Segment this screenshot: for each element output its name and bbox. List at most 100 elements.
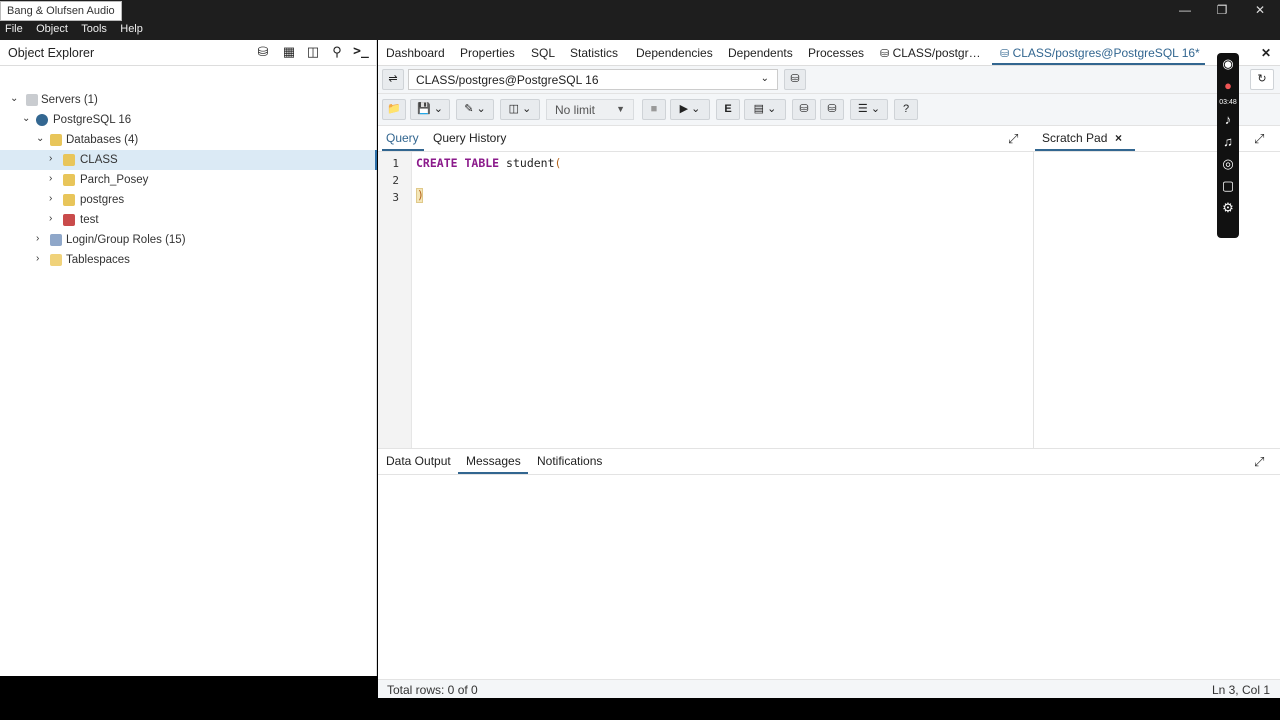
connection-status-icon[interactable]: ⇌ xyxy=(382,69,404,90)
tab-scratch-pad[interactable]: Scratch Pad xyxy=(1042,131,1107,145)
edit-icon[interactable]: ✎ ⌄ xyxy=(456,99,494,120)
tab-query-tool-active-label: CLASS/postgres@PostgreSQL 16* xyxy=(1012,46,1200,60)
tab-query[interactable]: Query xyxy=(386,131,419,145)
new-connection-icon[interactable]: ⛁ xyxy=(784,69,806,90)
database-icon xyxy=(63,174,75,186)
sql-editor[interactable]: 1 2 3 CREATE TABLE student( ) ↖ xyxy=(378,152,1080,448)
open-file-icon[interactable]: 📁 xyxy=(382,99,406,120)
database-icon xyxy=(63,154,75,166)
chevron-right-icon[interactable]: › xyxy=(49,213,59,224)
tab-dependencies[interactable]: Dependencies xyxy=(636,46,713,60)
expand-icon[interactable]: ⤢ xyxy=(1254,454,1264,470)
chevron-right-icon[interactable]: › xyxy=(36,233,46,244)
explain-icon[interactable]: E xyxy=(716,99,740,120)
limit-select[interactable]: No limit ▼ xyxy=(546,99,634,120)
databases-icon xyxy=(50,134,62,146)
folder-icon xyxy=(50,254,62,266)
code-line-3: ) xyxy=(416,188,424,203)
scratch-pad-area[interactable] xyxy=(1035,152,1280,448)
expand-icon[interactable]: ⤢ xyxy=(1008,131,1018,147)
tab-dashboard[interactable]: Dashboard xyxy=(386,46,445,60)
tree-server-postgresql[interactable]: ⌄ PostgreSQL 16 xyxy=(0,110,377,130)
tab-query-tool-1-label: CLASS/postgr… xyxy=(892,46,981,60)
close-tab-button[interactable]: ✕ xyxy=(1261,46,1271,60)
chevron-down-icon[interactable]: ⌄ xyxy=(36,133,46,144)
restore-button[interactable]: ❐ xyxy=(1204,2,1240,20)
query-toolbar: 📁 💾 ⌄ ✎ ⌄ ◫ ⌄ No limit ▼ ■ ▶ ⌄ E ▤ ⌄ ⛁ ⛁… xyxy=(378,94,1280,126)
tab-properties[interactable]: Properties xyxy=(460,46,515,60)
tab-processes[interactable]: Processes xyxy=(808,46,864,60)
tree-db-postgres[interactable]: › postgres xyxy=(0,190,377,210)
microphone-icon[interactable]: ♪ xyxy=(1217,109,1239,131)
filter-icon[interactable]: ◫ ⌄ xyxy=(500,99,540,120)
tab-notifications[interactable]: Notifications xyxy=(537,454,602,468)
tab-messages[interactable]: Messages xyxy=(466,454,521,468)
roles-icon xyxy=(50,234,62,246)
execute-icon[interactable]: ▶ ⌄ xyxy=(670,99,710,120)
database-icon: ⛁ xyxy=(880,48,890,60)
menu-help[interactable]: Help xyxy=(115,21,148,37)
webcam-icon[interactable]: ◎ xyxy=(1217,153,1239,175)
object-explorer-panel: Object Explorer ⛁ ▦ ◫ ⚲ >_ ⌄ Servers (1)… xyxy=(0,40,377,676)
tree-login-roles[interactable]: › Login/Group Roles (15) xyxy=(0,230,377,250)
commit-icon[interactable]: ⛁ xyxy=(792,99,816,120)
tree-databases[interactable]: ⌄ Databases (4) xyxy=(0,130,377,150)
search-icon[interactable]: ⚲ xyxy=(328,44,346,62)
results-tab-bar: Data Output Messages Notifications ⤢ xyxy=(378,448,1280,475)
tree-db-parch-posey[interactable]: › Parch_Posey xyxy=(0,170,377,190)
speaker-icon[interactable]: ♫ xyxy=(1217,131,1239,153)
explain-analyze-icon[interactable]: ▤ ⌄ xyxy=(744,99,786,120)
tree-servers[interactable]: ⌄ Servers (1) xyxy=(0,90,377,110)
filter-rows-icon[interactable]: ◫ xyxy=(304,44,322,62)
line-number: 1 xyxy=(392,157,399,170)
chevron-right-icon[interactable]: › xyxy=(36,253,46,264)
tree-label-postgres: postgres xyxy=(80,194,125,206)
window-titlebar: Bang & Olufsen Audio — ❐ ✕ xyxy=(0,0,1280,21)
help-icon[interactable]: ? xyxy=(894,99,918,120)
record-icon[interactable]: ● xyxy=(1217,75,1239,97)
tree-db-test[interactable]: › test xyxy=(0,210,377,230)
tab-statistics[interactable]: Statistics xyxy=(570,46,618,60)
menu-object[interactable]: Object xyxy=(31,21,73,37)
stop-icon[interactable]: ■ xyxy=(642,99,666,120)
macros-icon[interactable]: ☰ ⌄ xyxy=(850,99,888,120)
tab-query-tool-1[interactable]: ⛁ CLASS/postgr… xyxy=(880,46,981,60)
settings-icon[interactable]: ⚙ xyxy=(1217,197,1239,219)
tab-data-output[interactable]: Data Output xyxy=(386,454,451,468)
view-data-icon[interactable]: ▦ xyxy=(280,44,298,62)
menu-file[interactable]: File xyxy=(0,21,28,37)
database-icon xyxy=(63,194,75,206)
servers-icon xyxy=(26,94,38,106)
camera-icon[interactable]: ◉ xyxy=(1217,53,1239,75)
connection-select[interactable]: CLASS/postgres@PostgreSQL 16 ⌄ xyxy=(408,69,778,90)
menu-tools[interactable]: Tools xyxy=(76,21,112,37)
database-query-tool-icon[interactable]: ⛁ xyxy=(254,44,272,62)
close-scratch-pad-button[interactable]: × xyxy=(1115,131,1122,145)
psql-tool-icon[interactable]: >_ xyxy=(352,44,370,62)
refresh-icon[interactable]: ↻ xyxy=(1250,69,1274,90)
object-explorer-title: Object Explorer xyxy=(8,46,95,60)
chevron-right-icon[interactable]: › xyxy=(49,173,59,184)
screen-icon[interactable]: ▢ xyxy=(1217,175,1239,197)
line-number: 3 xyxy=(392,191,399,204)
minimize-button[interactable]: — xyxy=(1167,2,1203,20)
chevron-down-icon[interactable]: ⌄ xyxy=(22,113,32,124)
database-icon: ⛁ xyxy=(1000,48,1010,60)
chevron-right-icon[interactable]: › xyxy=(49,153,59,164)
tab-query-tool-active[interactable]: ⛁ CLASS/postgres@PostgreSQL 16* xyxy=(1000,46,1200,60)
object-tree: ⌄ Servers (1) ⌄ PostgreSQL 16 ⌄ Database… xyxy=(0,90,377,270)
tree-tablespaces[interactable]: › Tablespaces xyxy=(0,250,377,270)
save-file-icon[interactable]: 💾 ⌄ xyxy=(410,99,450,120)
tab-dependents[interactable]: Dependents xyxy=(728,46,793,60)
rollback-icon[interactable]: ⛁ xyxy=(820,99,844,120)
close-window-button[interactable]: ✕ xyxy=(1242,2,1278,20)
tree-db-class[interactable]: › CLASS xyxy=(0,150,377,170)
tab-sql[interactable]: SQL xyxy=(531,46,555,60)
chevron-right-icon[interactable]: › xyxy=(49,193,59,204)
sql-keyword: CREATE xyxy=(416,156,458,170)
tree-label-login-roles: Login/Group Roles (15) xyxy=(66,234,186,246)
chevron-down-icon[interactable]: ⌄ xyxy=(10,93,20,104)
sql-keyword: TABLE xyxy=(464,156,500,170)
tab-query-history[interactable]: Query History xyxy=(433,131,506,145)
expand-icon[interactable]: ⤢ xyxy=(1254,131,1264,147)
